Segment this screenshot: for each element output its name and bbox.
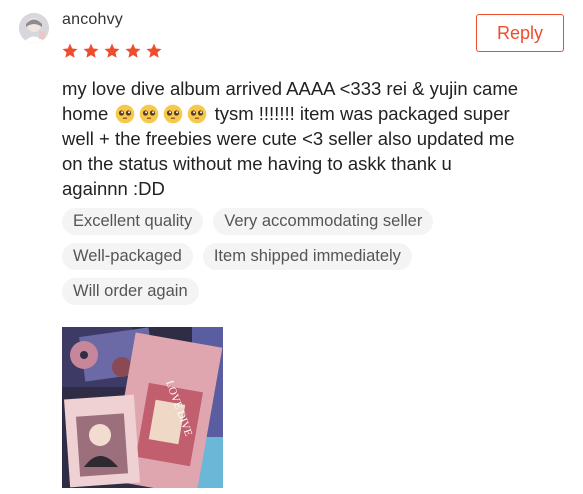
tag-row: Excellent quality Very accommodating sel…	[62, 208, 562, 235]
tag-accommodating-seller: Very accommodating seller	[213, 208, 434, 235]
pleading-face-emoji	[188, 104, 207, 124]
tag-excellent-quality: Excellent quality	[62, 208, 204, 235]
tag-shipped-immediately: Item shipped immediately	[202, 243, 412, 270]
review-text: my love dive album arrived AAAA <333 rei…	[62, 76, 577, 201]
reply-button[interactable]: Reply	[476, 14, 564, 52]
pleading-face-emoji	[164, 104, 183, 124]
avatar-image	[19, 13, 49, 43]
tag-row: Will order again	[62, 278, 562, 305]
review-photo[interactable]: LOVE DIVE	[62, 327, 223, 488]
star-icon	[146, 43, 162, 58]
tag-well-packaged: Well-packaged	[62, 243, 193, 270]
tag-will-order-again: Will order again	[62, 278, 199, 305]
review-line: home tysm !!!!!!! item was packaged supe…	[62, 101, 577, 126]
star-icon	[125, 43, 141, 58]
review-tags: Excellent quality Very accommodating sel…	[62, 208, 562, 313]
review-line: on the status without me having to askk …	[62, 153, 452, 174]
tag-row: Well-packaged Item shipped immediately	[62, 243, 562, 270]
star-icon	[104, 43, 120, 58]
review-line: well + the freebies were cute <3 seller …	[62, 128, 515, 149]
review-text-segment: home	[62, 103, 109, 124]
star-icon	[83, 43, 99, 58]
pleading-face-emoji	[116, 104, 135, 124]
star-rating	[61, 42, 163, 60]
review-line: againnn :DD	[62, 178, 165, 199]
user-avatar[interactable]	[19, 13, 49, 43]
pleading-face-emoji	[140, 104, 159, 124]
username[interactable]: ancohvy	[62, 11, 123, 29]
review-line: my love dive album arrived AAAA <333 rei…	[62, 78, 519, 99]
album-photo-image: LOVE DIVE	[62, 327, 223, 488]
star-icon	[62, 43, 78, 58]
review-text-segment: tysm !!!!!!! item was packaged super	[214, 103, 510, 124]
